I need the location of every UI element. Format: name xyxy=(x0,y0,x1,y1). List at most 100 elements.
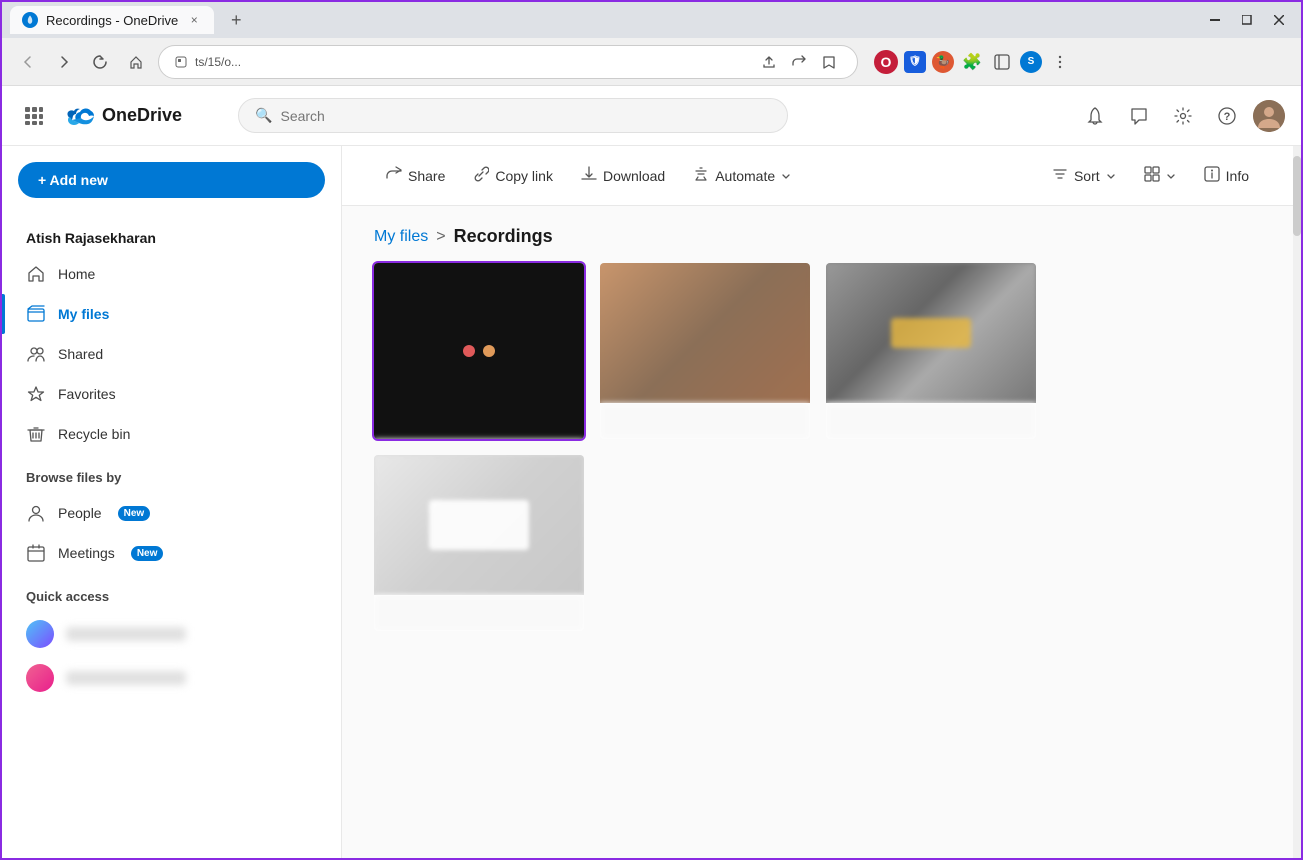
sidebar-item-meetings-label: Meetings xyxy=(58,545,115,561)
tab-close-button[interactable]: × xyxy=(186,12,202,28)
browse-section-title: Browse files by xyxy=(2,454,341,493)
close-button[interactable] xyxy=(1265,6,1293,34)
back-button[interactable] xyxy=(14,48,42,76)
sidebar-item-shared[interactable]: Shared xyxy=(2,334,341,374)
content-area: + Add new Atish Rajasekharan Home My fil… xyxy=(2,146,1301,858)
file-card-3[interactable] xyxy=(826,263,1036,439)
user-avatar[interactable] xyxy=(1253,100,1285,132)
scrollbar-track[interactable] xyxy=(1293,146,1301,858)
toolbar: Share Copy link Download xyxy=(342,146,1293,206)
share-icon xyxy=(386,166,402,185)
notifications-icon[interactable] xyxy=(1077,98,1113,134)
scrollbar-thumb[interactable] xyxy=(1293,156,1301,236)
search-input[interactable] xyxy=(280,108,771,124)
od-logo-text: OneDrive xyxy=(102,105,182,126)
file-card-1[interactable]: Recording... xyxy=(374,263,584,439)
breadcrumb: My files > Recordings xyxy=(342,206,1293,263)
opera-extension-icon[interactable]: O xyxy=(874,50,898,74)
sidebar-item-recycle-label: Recycle bin xyxy=(58,426,130,442)
automate-label: Automate xyxy=(715,168,775,184)
qa-text-1 xyxy=(66,627,186,641)
extensions-icon[interactable]: 🧩 xyxy=(960,50,984,74)
search-icon: 🔍 xyxy=(255,107,272,124)
add-new-button[interactable]: + Add new xyxy=(18,162,325,198)
file-card-4[interactable] xyxy=(374,455,584,631)
sort-chevron-icon xyxy=(1106,168,1116,184)
automate-button[interactable]: Automate xyxy=(681,158,803,193)
od-logo: OneDrive xyxy=(66,105,182,126)
address-text: ts/15/o... xyxy=(195,55,241,69)
file-thumbnail-4 xyxy=(374,455,584,595)
minimize-button[interactable] xyxy=(1201,6,1229,34)
copy-link-label: Copy link xyxy=(495,168,553,184)
file-label-3 xyxy=(826,403,1036,439)
meetings-badge: New xyxy=(131,546,164,561)
info-button[interactable]: Info xyxy=(1192,158,1261,193)
od-header-icons: ? xyxy=(1077,98,1285,134)
bitwarden-extension-icon[interactable]: 🛡 xyxy=(904,51,926,73)
share-icon[interactable] xyxy=(787,50,811,74)
sidebar-item-people-label: People xyxy=(58,505,102,521)
sidebar-item-myfiles[interactable]: My files xyxy=(2,294,341,334)
share-label: Share xyxy=(408,168,445,184)
user-name: Atish Rajasekharan xyxy=(2,222,341,254)
address-icons xyxy=(757,50,841,74)
quick-access-item-1[interactable] xyxy=(2,612,341,656)
sort-icon xyxy=(1052,166,1068,185)
help-icon[interactable]: ? xyxy=(1209,98,1245,134)
od-search: 🔍 xyxy=(238,98,788,133)
apps-grid-icon[interactable] xyxy=(18,100,50,132)
od-search-box[interactable]: 🔍 xyxy=(238,98,788,133)
automate-chevron-icon xyxy=(781,168,791,184)
automate-icon xyxy=(693,166,709,185)
bookmark-icon[interactable] xyxy=(817,50,841,74)
quick-access-item-2[interactable] xyxy=(2,656,341,700)
qa-avatar-1 xyxy=(26,620,54,648)
copy-link-icon xyxy=(473,166,489,185)
address-input[interactable]: ts/15/o... xyxy=(158,45,858,79)
toolbar-right: Sort xyxy=(1040,158,1261,193)
download-label: Download xyxy=(603,168,665,184)
browser-menu-icon[interactable] xyxy=(1048,50,1072,74)
view-button[interactable] xyxy=(1132,158,1188,193)
new-tab-button[interactable]: + xyxy=(222,6,250,34)
download-icon xyxy=(581,166,597,185)
meetings-nav-icon xyxy=(26,543,46,563)
sort-button[interactable]: Sort xyxy=(1040,158,1128,193)
browser-tab[interactable]: Recordings - OneDrive × xyxy=(10,6,214,34)
breadcrumb-parent[interactable]: My files xyxy=(374,228,428,246)
file-label-4 xyxy=(374,595,584,631)
settings-icon[interactable] xyxy=(1165,98,1201,134)
swiftkey-extension-icon[interactable]: S xyxy=(1020,51,1042,73)
feedback-icon[interactable] xyxy=(1121,98,1157,134)
duck-extension-icon[interactable]: 🦆 xyxy=(932,51,954,73)
reload-button[interactable] xyxy=(86,48,114,76)
sidebar-item-meetings[interactable]: Meetings New xyxy=(2,533,341,573)
sidebar-item-people[interactable]: People New xyxy=(2,493,341,533)
file-card-2[interactable] xyxy=(600,263,810,439)
sidebar-item-shared-label: Shared xyxy=(58,346,103,362)
favorites-nav-icon xyxy=(26,384,46,404)
qa-avatar-2 xyxy=(26,664,54,692)
qa-text-2 xyxy=(66,671,186,685)
sidebar: + Add new Atish Rajasekharan Home My fil… xyxy=(2,146,342,858)
sidebar-toggle-icon[interactable] xyxy=(990,50,1014,74)
copy-link-button[interactable]: Copy link xyxy=(461,158,565,193)
sidebar-item-favorites[interactable]: Favorites xyxy=(2,374,341,414)
file-thumbnail-2 xyxy=(600,263,810,403)
sort-label: Sort xyxy=(1074,168,1100,184)
upload-icon[interactable] xyxy=(757,50,781,74)
thumb-dots-1 xyxy=(463,345,495,357)
download-button[interactable]: Download xyxy=(569,158,677,193)
app-wrapper: OneDrive 🔍 ? xyxy=(2,86,1301,858)
forward-button[interactable] xyxy=(50,48,78,76)
restore-button[interactable] xyxy=(1233,6,1261,34)
main-content: Share Copy link Download xyxy=(342,146,1293,858)
home-button[interactable] xyxy=(122,48,150,76)
tab-title: Recordings - OneDrive xyxy=(46,13,178,28)
sidebar-item-recycle[interactable]: Recycle bin xyxy=(2,414,341,454)
sidebar-item-home-label: Home xyxy=(58,266,95,282)
share-button[interactable]: Share xyxy=(374,158,457,193)
sidebar-item-home[interactable]: Home xyxy=(2,254,341,294)
svg-text:?: ? xyxy=(1224,111,1231,123)
